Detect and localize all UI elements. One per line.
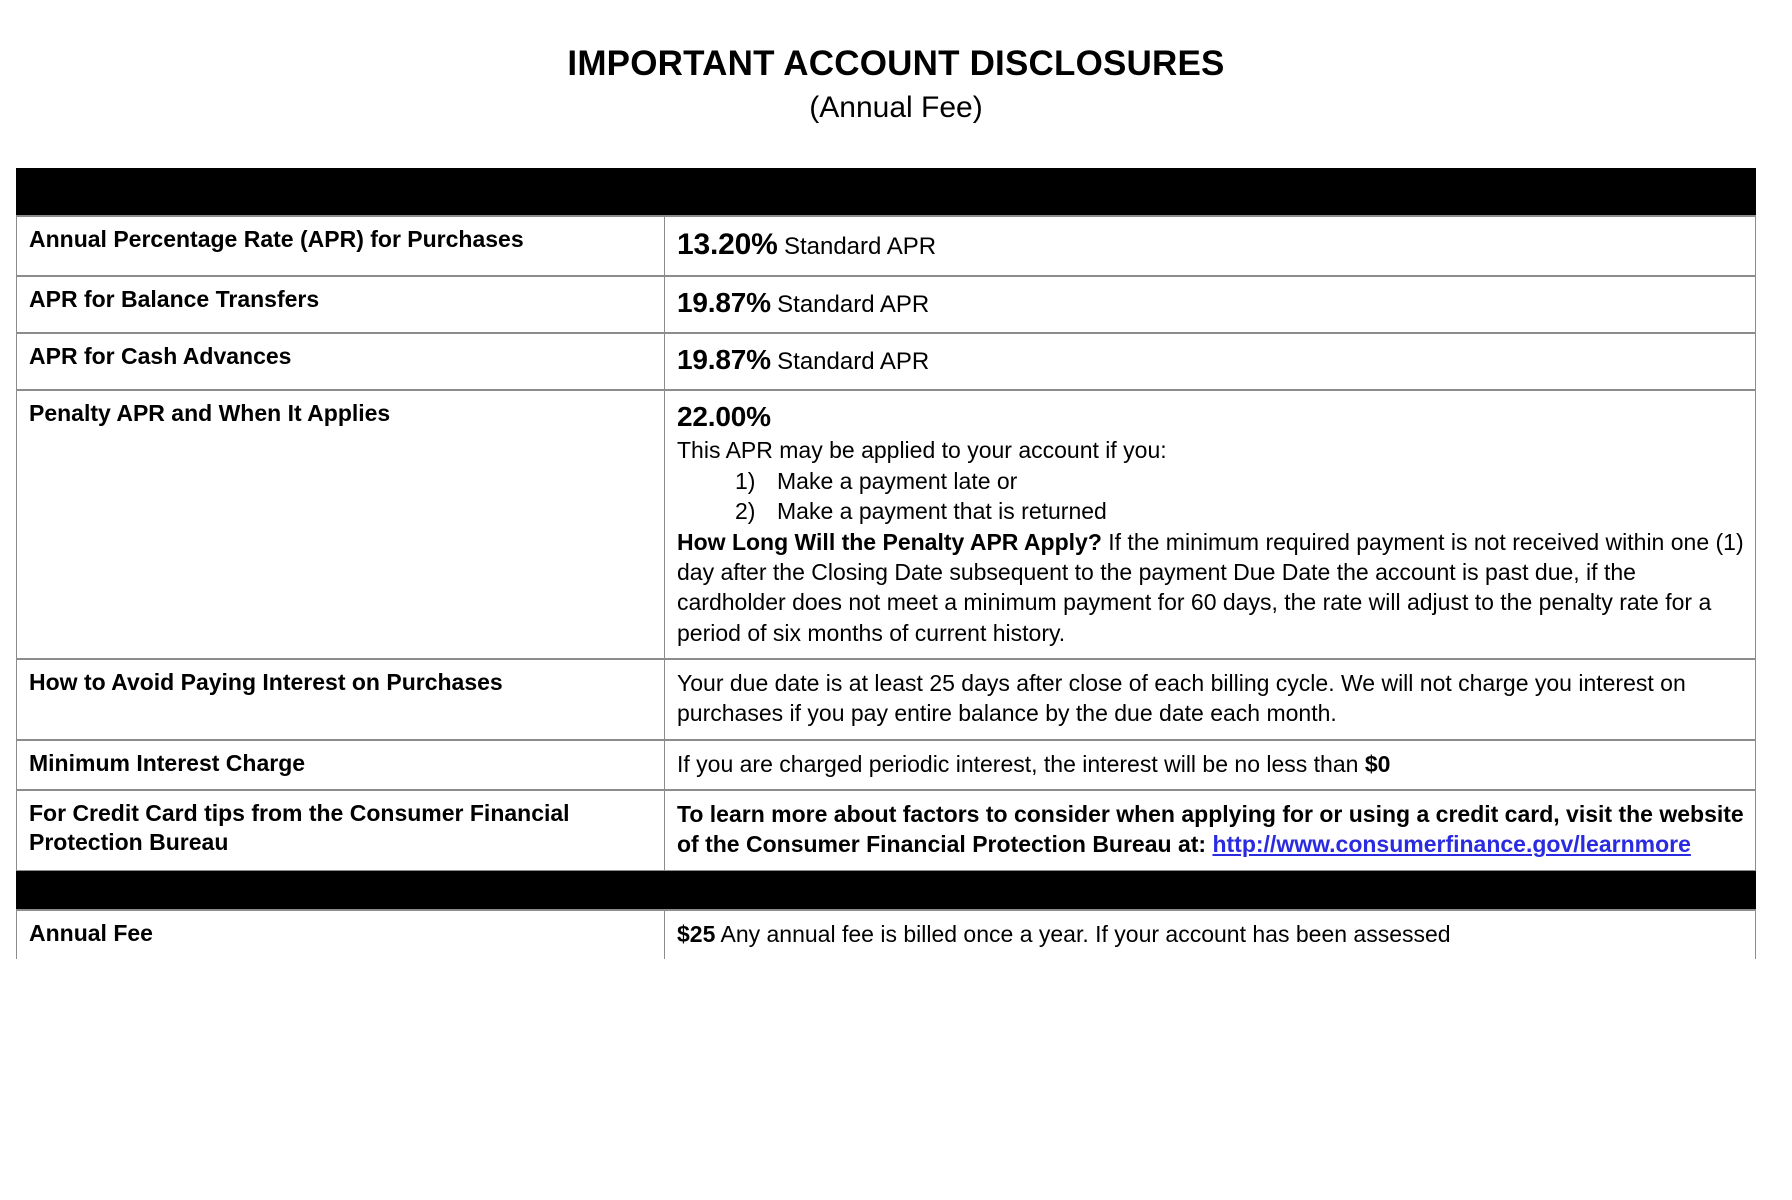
table-row: Annual Percentage Rate (APR) for Purchas… xyxy=(16,215,1756,277)
header-bar-left-cell xyxy=(16,168,665,217)
condition-number: 1) xyxy=(735,467,756,494)
table-row: How to Avoid Paying Interest on Purchase… xyxy=(16,657,1756,741)
row-label-cfpb-tips: For Credit Card tips from the Consumer F… xyxy=(16,789,665,871)
row-value-apr-cash-advances: 19.87% Standard APR xyxy=(664,331,1756,390)
row-label-penalty-apr: Penalty APR and When It Applies xyxy=(16,388,665,660)
row-label-apr-cash-advances: APR for Cash Advances xyxy=(16,331,665,390)
apr-purchases-note: Standard APR xyxy=(783,233,937,260)
row-value-apr-purchases: 13.20% Standard APR xyxy=(664,215,1756,277)
condition-number: 2) xyxy=(735,498,756,525)
row-value-apr-balance-transfers: 19.87% Standard APR xyxy=(664,274,1756,334)
penalty-apr-conditions: 1) Make a payment late or 2) Make a paym… xyxy=(677,466,1745,527)
account-disclosures-table: Annual Percentage Rate (APR) for Purchas… xyxy=(16,168,1756,960)
table-row: Penalty APR and When It Applies 22.00% T… xyxy=(16,388,1756,660)
row-label-annual-fee: Annual Fee xyxy=(16,908,665,960)
table-row: Annual Fee $25 Any annual fee is billed … xyxy=(16,908,1756,960)
row-value-minimum-interest: If you are charged periodic interest, th… xyxy=(664,738,1756,791)
annual-fee-text: Any annual fee is billed once a year. If… xyxy=(715,920,1451,947)
page-subtitle: (Annual Fee) xyxy=(809,91,983,125)
divider-bar-right-cell xyxy=(664,869,1756,911)
list-item: 2) Make a payment that is returned xyxy=(677,496,1745,526)
table-row: APR for Balance Transfers 19.87% Standar… xyxy=(16,274,1756,334)
apr-balance-transfers-rate: 19.87% xyxy=(677,286,771,318)
table-section-divider-bar xyxy=(16,869,1756,911)
cfpb-learnmore-link[interactable]: http://www.consumerfinance.gov/learnmore xyxy=(1212,831,1690,857)
minimum-interest-amount: $0 xyxy=(1364,750,1391,777)
penalty-apr-duration: How Long Will the Penalty APR Apply? If … xyxy=(677,527,1745,648)
apr-cash-advances-rate: 19.87% xyxy=(677,343,771,375)
disclosure-document-page: IMPORTANT ACCOUNT DISCLOSURES (Annual Fe… xyxy=(0,0,1792,1200)
row-value-annual-fee: $25 Any annual fee is billed once a year… xyxy=(664,908,1756,960)
row-value-cfpb-tips: To learn more about factors to consider … xyxy=(664,789,1756,871)
table-header-bar xyxy=(16,168,1756,217)
penalty-duration-heading: How Long Will the Penalty APR Apply? xyxy=(677,528,1102,555)
apr-cash-advances-note: Standard APR xyxy=(777,347,930,375)
row-value-avoid-interest: Your due date is at least 25 days after … xyxy=(664,657,1756,741)
minimum-interest-text: If you are charged periodic interest, th… xyxy=(677,750,1365,777)
condition-text: Make a payment late or xyxy=(777,467,1018,494)
document-header: IMPORTANT ACCOUNT DISCLOSURES (Annual Fe… xyxy=(0,0,1792,127)
divider-bar-left-cell xyxy=(16,869,665,911)
penalty-apr-rate: 22.00% xyxy=(677,400,771,432)
row-label-apr-purchases: Annual Percentage Rate (APR) for Purchas… xyxy=(16,215,665,277)
header-bar-right-cell xyxy=(664,168,1756,217)
annual-fee-amount: $25 xyxy=(677,920,716,947)
table-row: APR for Cash Advances 19.87% Standard AP… xyxy=(16,331,1756,390)
apr-balance-transfers-note: Standard APR xyxy=(777,290,930,318)
row-label-apr-balance-transfers: APR for Balance Transfers xyxy=(16,274,665,334)
page-title: IMPORTANT ACCOUNT DISCLOSURES xyxy=(567,44,1225,83)
list-item: 1) Make a payment late or xyxy=(677,466,1745,496)
table-row: For Credit Card tips from the Consumer F… xyxy=(16,789,1756,871)
row-label-avoid-interest: How to Avoid Paying Interest on Purchase… xyxy=(16,657,665,741)
row-value-penalty-apr: 22.00% This APR may be applied to your a… xyxy=(664,388,1756,660)
table-row: Minimum Interest Charge If you are charg… xyxy=(16,738,1756,791)
row-label-minimum-interest: Minimum Interest Charge xyxy=(16,738,665,791)
penalty-apr-intro: This APR may be applied to your account … xyxy=(677,437,1167,464)
condition-text: Make a payment that is returned xyxy=(777,498,1107,525)
apr-purchases-rate: 13.20% xyxy=(677,228,778,261)
